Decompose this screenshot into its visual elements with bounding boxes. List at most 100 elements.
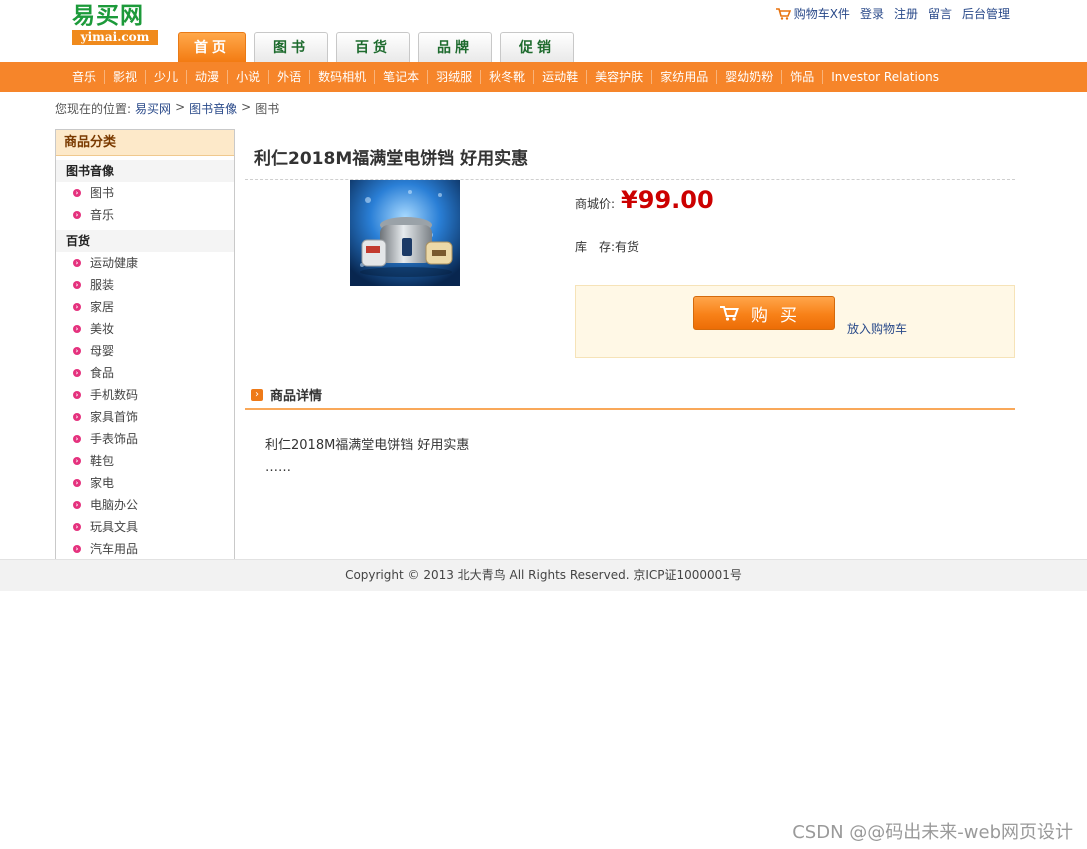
nav-item-investor-relations[interactable]: Investor Relations [823,70,947,84]
sidebar-item-label: 食品 [90,366,115,380]
stock-value: 有货 [615,240,640,254]
bullet-arrow-icon: › [73,259,81,267]
nav-item-cameras[interactable]: 数码相机 [310,70,376,84]
nav-item-laptops[interactable]: 笔记本 [375,70,429,84]
sidebar-item-label: 电脑办公 [90,498,139,512]
tab-brands[interactable]: 品牌 [418,32,492,62]
bullet-arrow-icon: › [73,325,81,333]
nav-item-skincare[interactable]: 美容护肤 [587,70,653,84]
bullet-arrow-icon: › [73,211,81,219]
nav-item-home-textiles[interactable]: 家纺用品 [652,70,718,84]
tab-general-goods[interactable]: 百货 [336,32,410,62]
sidebar-item-label: 服装 [90,278,115,292]
nav-item-accessories[interactable]: 饰品 [782,70,824,84]
bullet-arrow-icon: › [73,479,81,487]
tab-books[interactable]: 图书 [254,32,328,62]
sidebar-item-appliances[interactable]: › 家电 [56,472,234,494]
message-link[interactable]: 留言 [928,5,952,22]
breadcrumb-separator: > [241,100,252,114]
add-to-cart-link[interactable]: 放入购物车 [847,320,907,337]
sidebar-group-books-media[interactable]: 图书音像 [56,160,234,182]
sidebar-item-beauty[interactable]: › 美妆 [56,318,234,340]
breadcrumb-home[interactable]: 易买网 [135,100,171,117]
bullet-arrow-icon: › [73,545,81,553]
bullet-arrow-icon: › [73,189,81,197]
sidebar-item-maternity[interactable]: › 母婴 [56,340,234,362]
sidebar-item-label: 家具首饰 [90,410,139,424]
tab-home[interactable]: 首页 [178,32,246,62]
footer: Copyright © 2013 北大青鸟 All Rights Reserve… [0,559,1087,591]
detail-arrow-icon: › [251,388,263,401]
main-tabs: 首页 图书 百货 品牌 促销 [178,32,574,62]
admin-link[interactable]: 后台管理 [962,5,1010,22]
nav-item-down-jackets[interactable]: 羽绒服 [428,70,482,84]
tab-promotions[interactable]: 促销 [500,32,574,62]
logo-domain: yimai.com [72,30,158,45]
bullet-arrow-icon: › [73,369,81,377]
register-link[interactable]: 注册 [894,5,918,22]
details-ellipsis: …… [265,460,291,475]
price-label: 商城价: [575,197,616,211]
sidebar-item-home[interactable]: › 家居 [56,296,234,318]
sidebar-item-label: 手机数码 [90,388,139,402]
bullet-arrow-icon: › [73,303,81,311]
details-header: › 商品详情 [245,381,1015,410]
category-sidebar: 商品分类 图书音像 › 图书 › 音乐 百货 › 运动健康 › 服装 › 家居 › 美妆 ›… [55,129,235,561]
product-photo [350,180,460,286]
logo-text: 易买网 [72,2,144,29]
sidebar-item-furniture-jewelry[interactable]: › 家具首饰 [56,406,234,428]
buy-button-label: 购买 [751,305,809,326]
sidebar-item-label: 玩具文具 [90,520,139,534]
cart-link[interactable]: 购物车X件 [775,5,850,22]
sidebar-item-sports-health[interactable]: › 运动健康 [56,252,234,274]
nav-item-kids[interactable]: 少儿 [146,70,188,84]
sidebar-group-general-goods[interactable]: 百货 [56,230,234,252]
sidebar-item-shoes-bags[interactable]: › 鞋包 [56,450,234,472]
cart-link-label: 购物车X件 [793,7,850,21]
stock-row: 库 存:有货 [575,238,639,255]
watermark: CSDN @@码出未来-web网页设计 [792,822,1073,843]
sidebar-item-phones-digital[interactable]: › 手机数码 [56,384,234,406]
sidebar-item-label: 美妆 [90,322,115,336]
header: 易买网 yimai.com 购物车X件 登录 注册 留言 后台管理 首页 图书 … [0,0,1087,62]
category-nav: 音乐 影视 少儿 动漫 小说 外语 数码相机 笔记本 羽绒服 秋冬靴 运动鞋 美… [0,62,1087,92]
details-text: 利仁2018M福满堂电饼铛 好用实惠 [265,438,470,453]
bullet-arrow-icon: › [73,501,81,509]
logo[interactable]: 易买网 yimai.com [72,2,158,45]
sidebar-item-label: 手表饰品 [90,432,139,446]
sidebar-item-music[interactable]: › 音乐 [56,204,234,226]
sidebar-item-food[interactable]: › 食品 [56,362,234,384]
bullet-arrow-icon: › [73,281,81,289]
sidebar-item-watches[interactable]: › 手表饰品 [56,428,234,450]
bullet-arrow-icon: › [73,523,81,531]
sidebar-item-computers-office[interactable]: › 电脑办公 [56,494,234,516]
sidebar-item-label: 家居 [90,300,115,314]
nav-item-novels[interactable]: 小说 [228,70,270,84]
bullet-arrow-icon: › [73,457,81,465]
buy-button[interactable]: 购买 [693,296,835,330]
bullet-arrow-icon: › [73,347,81,355]
nav-item-languages[interactable]: 外语 [269,70,311,84]
breadcrumb-separator: > [175,100,186,114]
nav-item-film[interactable]: 影视 [105,70,147,84]
sidebar-item-label: 母婴 [90,344,115,358]
nav-item-baby-formula[interactable]: 婴幼奶粉 [717,70,783,84]
product-image[interactable] [350,180,460,286]
breadcrumb-category[interactable]: 图书音像 [189,100,237,117]
sidebar-item-label: 运动健康 [90,256,139,270]
nav-item-sneakers[interactable]: 运动鞋 [534,70,588,84]
details-title: 商品详情 [270,389,323,404]
category-nav-list: 音乐 影视 少儿 动漫 小说 外语 数码相机 笔记本 羽绒服 秋冬靴 运动鞋 美… [64,62,947,92]
sidebar-item-toys-stationery[interactable]: › 玩具文具 [56,516,234,538]
breadcrumb-prefix: 您现在的位置: [55,102,132,116]
sidebar-item-label: 汽车用品 [90,542,139,556]
price-value: ¥99.00 [621,186,714,214]
nav-item-boots[interactable]: 秋冬靴 [481,70,535,84]
sidebar-item-clothing[interactable]: › 服装 [56,274,234,296]
nav-item-music[interactable]: 音乐 [64,70,106,84]
login-link[interactable]: 登录 [860,5,884,22]
product-title: 利仁2018M福满堂电饼铛 好用实惠 [254,149,529,169]
nav-item-anime[interactable]: 动漫 [187,70,229,84]
sidebar-item-auto[interactable]: › 汽车用品 [56,538,234,560]
sidebar-item-books[interactable]: › 图书 [56,182,234,204]
